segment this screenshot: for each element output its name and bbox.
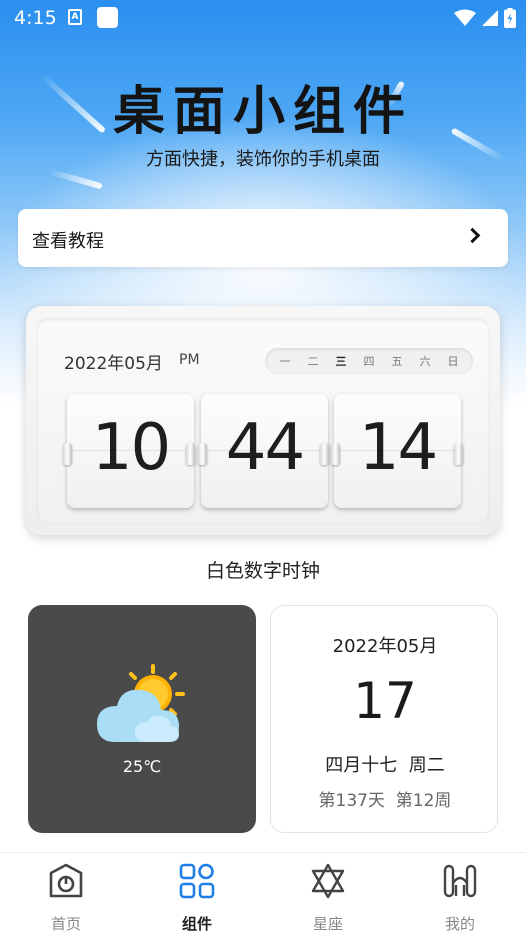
nav-item-profile[interactable]: 我的	[415, 861, 505, 933]
widgets-grid-icon	[179, 863, 215, 899]
flip-hinge	[320, 443, 329, 465]
weekday: 二	[307, 355, 319, 368]
wifi-icon	[454, 9, 476, 26]
hero-subtitle: 方面快捷，装饰你的手机桌面	[146, 149, 380, 170]
nav-label: 星座	[312, 915, 343, 933]
weekday-strip: 一 二 三 四 五 六 日	[265, 348, 473, 374]
calendar-day: 17	[353, 672, 417, 730]
chevron-right-icon	[464, 227, 481, 244]
flip-hinge	[186, 443, 195, 465]
flip-hinge	[331, 443, 340, 465]
nav-label: 组件	[181, 915, 212, 933]
clock-face: 2022年05月 PM 一 二 三 四 五 六 日 10 44 14	[36, 318, 490, 524]
flip-hinge	[454, 443, 463, 465]
star-of-david-icon	[311, 863, 345, 899]
calendar-widget[interactable]: 2022年05月 17 四月十七 周二 第137天 第12周	[270, 605, 498, 833]
calendar-week-info: 第137天 第12周	[318, 791, 452, 811]
hours-flip-card: 10	[67, 394, 194, 508]
signal-icon	[482, 10, 498, 26]
nav-label: 首页	[50, 915, 81, 933]
calendar-lunar-date: 四月十七 周二	[325, 755, 445, 776]
view-tutorial-button[interactable]: 查看教程	[18, 209, 508, 267]
weekday: 六	[419, 355, 431, 368]
status-time: 4:15	[14, 7, 57, 29]
clock-date: 2022年05月	[64, 354, 163, 374]
tutorial-label: 查看教程	[32, 231, 104, 252]
white-digital-clock-widget[interactable]: 2022年05月 PM 一 二 三 四 五 六 日 10 44 14	[26, 306, 500, 535]
calendar-month: 2022年05月	[332, 636, 438, 657]
clock-ampm: PM	[179, 352, 200, 368]
weather-temperature: 25℃	[122, 757, 162, 776]
flip-hinge	[63, 443, 72, 465]
profile-icon	[443, 864, 477, 898]
seconds-digits: 14	[358, 411, 438, 485]
minutes-digits: 44	[225, 411, 305, 485]
weekday: 四	[363, 355, 375, 368]
weekday: 一	[279, 355, 291, 368]
home-icon	[49, 863, 83, 898]
hours-digits: 10	[91, 411, 171, 485]
nav-label: 我的	[444, 915, 475, 933]
minutes-flip-card: 44	[201, 394, 328, 508]
weekday: 五	[391, 355, 403, 368]
seconds-flip-card: 14	[334, 394, 461, 508]
battery-icon	[504, 8, 516, 28]
weekday: 日	[447, 355, 459, 368]
hero-title: 桌面小组件	[112, 82, 413, 142]
a-icon: A	[68, 9, 82, 25]
bottom-nav: 首页 组件 星座 我的	[0, 852, 526, 936]
weather-widget[interactable]: 25℃	[28, 605, 256, 833]
app-icon	[97, 7, 118, 28]
system-status-icons	[454, 7, 516, 29]
nav-item-home[interactable]: 首页	[21, 861, 111, 933]
status-bar: 4:15 A	[0, 0, 526, 36]
partly-cloudy-icon	[97, 664, 185, 742]
flip-hinge	[198, 443, 207, 465]
nav-item-horoscope[interactable]: 星座	[283, 861, 373, 933]
light-streak	[48, 168, 103, 190]
weekday-active: 三	[335, 355, 347, 368]
widget-caption: 白色数字时钟	[205, 560, 320, 582]
nav-item-widgets[interactable]: 组件	[152, 861, 242, 933]
